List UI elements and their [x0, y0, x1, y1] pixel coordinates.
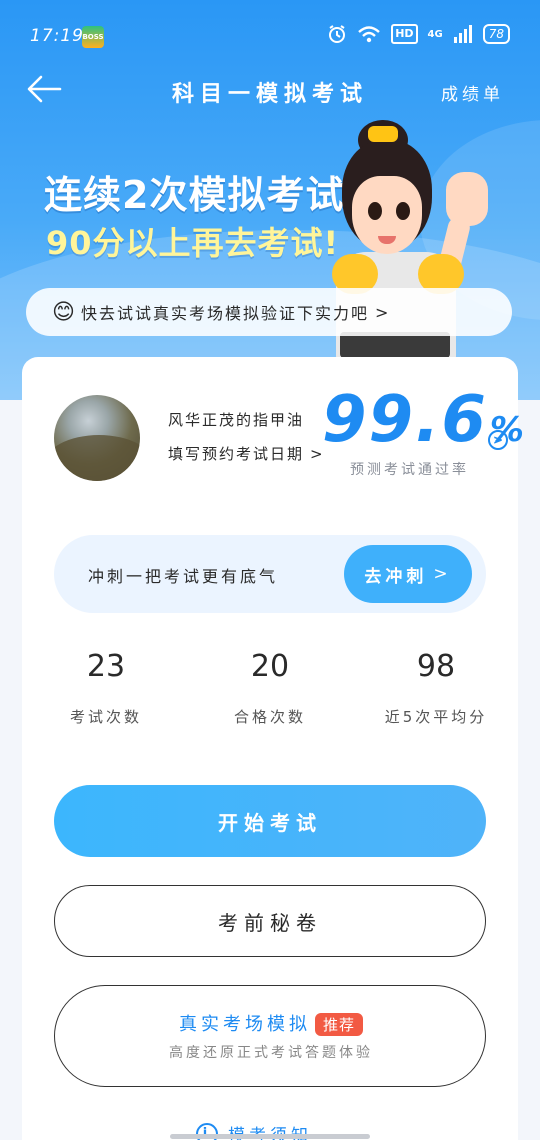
status-time: 17:19: [30, 26, 84, 46]
chevron-right-icon: >: [374, 302, 391, 322]
status-icons: HD 4G 78: [327, 24, 510, 44]
pass-rate-value: 99.6: [322, 383, 488, 457]
stat-average-score: 98 近5次平均分: [356, 649, 516, 727]
fill-exam-date-label: 填写预约考试日期: [168, 445, 305, 463]
chevron-right-icon: >: [433, 564, 452, 584]
signal-icon: [453, 25, 472, 43]
exam-stats: 23 考试次数 20 合格次数 98 近5次平均分: [22, 649, 518, 749]
avatar-landscape: [54, 435, 140, 481]
network-type: 4G: [427, 28, 443, 40]
wifi-icon: [358, 26, 381, 43]
scores-link[interactable]: 成绩单: [441, 80, 504, 105]
stat-pass-count: 20 合格次数: [190, 649, 350, 727]
hd-badge: HD: [391, 24, 418, 44]
stat-value: 98: [416, 649, 456, 684]
real-exam-subtitle: 高度还原正式考试答题体验: [169, 1045, 373, 1061]
alarm-icon: [329, 25, 346, 43]
eye: [368, 202, 382, 220]
smile-emoji-icon: 😊: [52, 299, 77, 325]
real-exam-simulation-button[interactable]: 真实考场模拟 推荐 高度还原正式考试答题体验: [54, 985, 486, 1087]
pass-rate-detail-icon[interactable]: >: [488, 430, 508, 450]
tip-banner[interactable]: 😊 快去试试真实考场模拟验证下实力吧 >: [26, 288, 512, 336]
nav-bar: 科目一模拟考试 成绩单: [0, 62, 540, 116]
app-notification-icon: BOSS: [82, 26, 104, 48]
sprint-button-label: 去冲刺: [364, 566, 428, 587]
recommend-badge: 推荐: [314, 1013, 363, 1036]
stat-value: 23: [86, 649, 126, 684]
battery-icon: 78: [482, 24, 510, 44]
real-exam-title: 真实考场模拟: [178, 1014, 311, 1035]
start-exam-button[interactable]: 开始考试: [54, 785, 486, 857]
tip-text: 快去试试真实考场模拟验证下实力吧: [80, 304, 369, 323]
stat-value: 20: [250, 649, 290, 684]
hero-headline: 连续2次模拟考试: [44, 173, 345, 217]
secret-paper-button[interactable]: 考前秘卷: [54, 885, 486, 957]
stat-label: 考试次数: [69, 708, 142, 726]
sprint-text: 冲刺一把考试更有底气: [88, 567, 279, 586]
eye: [396, 202, 410, 220]
stat-label: 近5次平均分: [384, 708, 488, 726]
avatar[interactable]: [54, 395, 140, 481]
hero-subheadline: 90分以上再去考试!: [46, 224, 340, 262]
real-exam-title-row: 真实考场模拟 推荐: [55, 1010, 487, 1036]
stat-label: 合格次数: [233, 708, 306, 726]
fill-exam-date-link[interactable]: 填写预约考试日期 >: [168, 443, 325, 464]
hair-bow: [368, 126, 398, 142]
user-nickname: 风华正茂的指甲油: [168, 411, 305, 429]
home-indicator[interactable]: [170, 1134, 370, 1139]
pass-rate-label: 预测考试通过率: [350, 462, 469, 478]
stat-exam-count: 23 考试次数: [26, 649, 186, 727]
sprint-button[interactable]: 去冲刺 >: [344, 545, 472, 603]
exam-card: 风华正茂的指甲油 填写预约考试日期 > 99.6% > 预测考试通过率 冲刺一把考…: [22, 357, 524, 1140]
sprint-banner: 冲刺一把考试更有底气 去冲刺 >: [54, 535, 486, 613]
